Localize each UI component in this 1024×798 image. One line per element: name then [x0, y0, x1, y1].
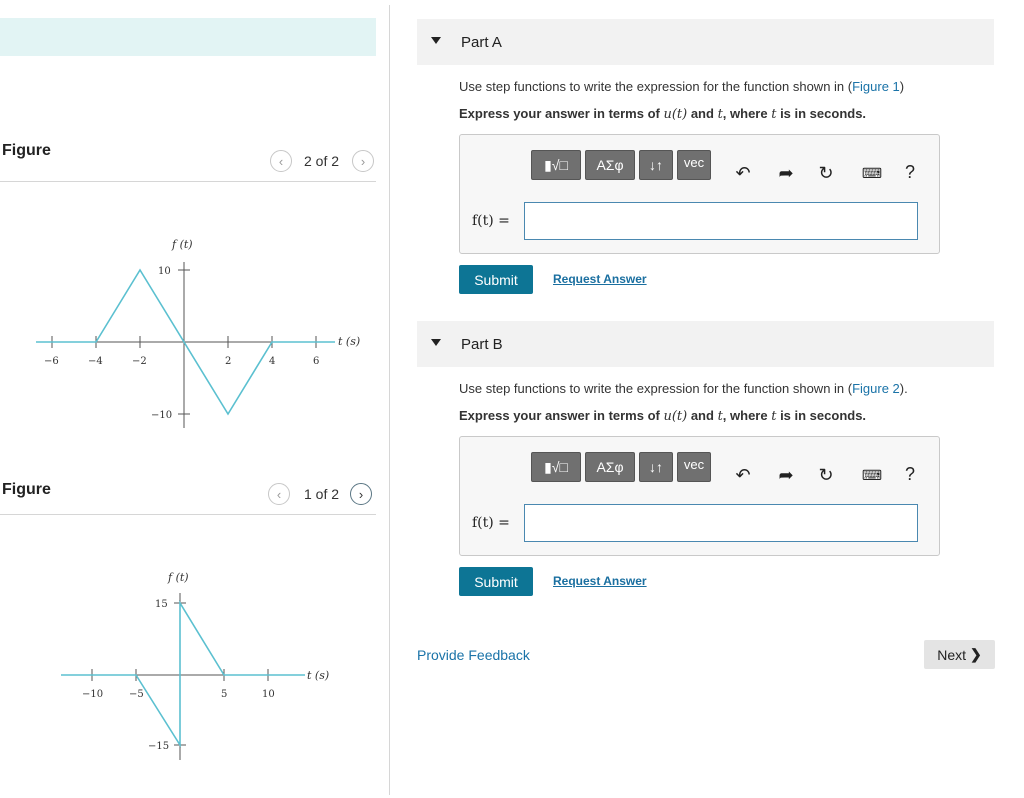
figure-pager-text: 1 of 2 — [304, 486, 340, 502]
next-figure-button[interactable]: › — [350, 483, 372, 505]
part-b-request-answer-link[interactable]: Request Answer — [553, 574, 647, 588]
x-tick-label: 5 — [221, 689, 227, 700]
greek-symbols-button[interactable]: ΑΣφ — [585, 452, 635, 482]
instr-text: Express your answer in terms of — [459, 408, 664, 423]
templates-icon: ▮√□ — [544, 156, 568, 173]
x-axis-label: t (s) — [307, 669, 329, 682]
figure-divider — [0, 181, 376, 182]
greek-symbols-button[interactable]: ΑΣφ — [585, 150, 635, 180]
x-tick-label: −6 — [44, 356, 59, 367]
prompt-text: Use step functions to write the expressi… — [459, 381, 853, 396]
part-a-request-answer-link[interactable]: Request Answer — [553, 272, 647, 286]
figure-2-graph: f (t) t (s) −6 −4 −2 2 4 6 10 −10 — [36, 238, 360, 428]
figure-pager-text: 2 of 2 — [304, 153, 340, 169]
figure-title-scrolled: Figure — [2, 142, 51, 159]
y-tick-label: 10 — [158, 266, 171, 277]
prev-figure-button[interactable]: ‹ — [268, 483, 290, 505]
instr-text: and — [687, 106, 718, 121]
chevron-right-icon: › — [358, 486, 364, 502]
instr-text: is in seconds. — [776, 106, 867, 121]
prompt-text: Use step functions to write the expressi… — [459, 79, 853, 94]
instr-text: , where — [722, 408, 772, 423]
part-a-header[interactable]: Part A — [417, 19, 994, 65]
y-tick-label: −15 — [148, 741, 169, 752]
undo-icon[interactable]: ↶ — [733, 465, 753, 485]
f-of-t-label: f(t) = — [472, 515, 510, 531]
x-tick-label: −2 — [132, 356, 147, 367]
vector-button[interactable]: vec — [677, 150, 711, 180]
figure-title: Figure — [2, 481, 51, 498]
figure-2-link[interactable]: Figure 2 — [852, 381, 900, 396]
part-b-header[interactable]: Part B — [417, 321, 994, 367]
templates-icon: ▮√□ — [544, 458, 568, 475]
templates-button[interactable]: ▮√□ — [531, 452, 581, 482]
help-icon[interactable]: ? — [900, 162, 920, 182]
figure-header-bar — [0, 18, 376, 56]
prev-figure-button[interactable]: ‹ — [270, 150, 292, 172]
chevron-right-icon: ❯ — [970, 646, 982, 662]
next-figure-button[interactable]: › — [352, 150, 374, 172]
reset-icon[interactable]: ↻ — [816, 163, 836, 183]
redo-icon[interactable]: ➦ — [776, 163, 796, 183]
chevron-left-icon: ‹ — [278, 153, 284, 169]
collapse-caret-icon — [431, 37, 441, 44]
y-tick-label: 15 — [155, 599, 168, 610]
x-tick-label: 2 — [225, 356, 231, 367]
part-b-answer-box: ▮√□ ΑΣφ ↓↑ vec ↶ ➦ ↻ ⌨ ? f(t) = — [459, 436, 940, 556]
y-axis-label: f (t) — [171, 238, 193, 251]
y-axis-label: f (t) — [167, 571, 189, 584]
next-label: Next — [937, 646, 967, 663]
instr-text: Express your answer in terms of — [459, 106, 664, 121]
x-tick-label: 6 — [313, 356, 319, 367]
part-a-submit-button[interactable]: Submit — [459, 265, 533, 294]
undo-icon[interactable]: ↶ — [733, 163, 753, 183]
keyboard-icon[interactable]: ⌨ — [858, 163, 886, 183]
arrows-button[interactable]: ↓↑ — [639, 150, 673, 180]
x-tick-label: −4 — [88, 356, 103, 367]
x-tick-label: −10 — [82, 689, 103, 700]
part-b-submit-button[interactable]: Submit — [459, 567, 533, 596]
chevron-left-icon: ‹ — [276, 486, 282, 502]
redo-icon[interactable]: ➦ — [776, 465, 796, 485]
vector-button[interactable]: vec — [677, 452, 711, 482]
templates-button[interactable]: ▮√□ — [531, 150, 581, 180]
prompt-end: ) — [899, 79, 905, 94]
part-a-answer-input[interactable] — [524, 202, 918, 240]
part-b-instructions: Express your answer in terms of u(t) and… — [459, 408, 866, 424]
instr-text: , where — [722, 106, 772, 121]
panel-divider — [389, 5, 390, 795]
arrows-button[interactable]: ↓↑ — [639, 452, 673, 482]
next-button[interactable]: Next ❯ — [924, 640, 995, 669]
part-b-title: Part B — [461, 336, 503, 353]
part-b-answer-input[interactable] — [524, 504, 918, 542]
part-a-title: Part A — [461, 34, 502, 51]
figure-panel: Figure ‹ 2 of 2 › f (t) t (s) −6 −4 −2 2… — [0, 0, 390, 798]
instr-math: u(t) — [663, 107, 688, 122]
keyboard-icon[interactable]: ⌨ — [858, 465, 886, 485]
instr-math: u(t) — [663, 409, 688, 424]
part-a-prompt: Use step functions to write the expressi… — [459, 79, 904, 94]
help-icon[interactable]: ? — [900, 464, 920, 484]
figure-header-scrolled: Figure ‹ 2 of 2 › — [0, 120, 376, 172]
part-b-prompt: Use step functions to write the expressi… — [459, 381, 908, 396]
f-of-t-label: f(t) = — [472, 213, 510, 229]
collapse-caret-icon — [431, 339, 441, 346]
chevron-right-icon: › — [360, 153, 366, 169]
x-axis-label: t (s) — [338, 335, 360, 348]
reset-icon[interactable]: ↻ — [816, 465, 836, 485]
x-tick-label: −5 — [129, 689, 144, 700]
provide-feedback-link[interactable]: Provide Feedback — [417, 647, 530, 663]
prompt-end: ). — [899, 381, 908, 396]
x-tick-label: 10 — [262, 689, 275, 700]
figure-1-graph: f (t) t (s) −10 −5 5 10 15 −15 — [61, 571, 329, 760]
part-a-answer-box: ▮√□ ΑΣφ ↓↑ vec ↶ ➦ ↻ ⌨ ? f(t) = — [459, 134, 940, 254]
figure-divider — [0, 514, 376, 515]
y-tick-label: −10 — [151, 410, 172, 421]
instr-text: is in seconds. — [776, 408, 867, 423]
instr-text: and — [687, 408, 718, 423]
figure-1-link[interactable]: Figure 1 — [852, 79, 900, 94]
part-a-instructions: Express your answer in terms of u(t) and… — [459, 106, 866, 122]
x-tick-label: 4 — [269, 356, 275, 367]
